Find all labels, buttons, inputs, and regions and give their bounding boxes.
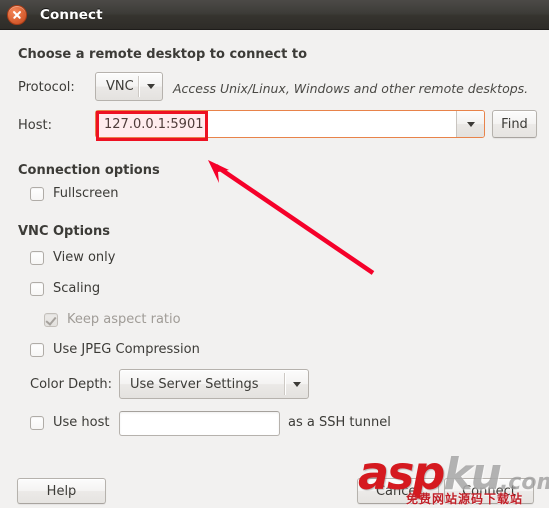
use-jpeg-compression-checkbox[interactable] xyxy=(30,342,44,357)
connect-button[interactable]: Connect xyxy=(444,478,534,504)
use-host-label: Use host xyxy=(53,415,110,430)
host-input[interactable] xyxy=(96,111,456,137)
chevron-down-icon xyxy=(286,381,308,387)
host-combo-entry[interactable] xyxy=(95,110,485,138)
connection-options-heading: Connection options xyxy=(18,163,160,178)
checkbox-row-use-jpeg-compression[interactable]: Use JPEG Compression xyxy=(30,342,200,357)
ssh-tunnel-host-input[interactable] xyxy=(119,411,280,436)
chevron-down-icon xyxy=(140,84,162,89)
checkbox-row-view-only[interactable]: View only xyxy=(30,250,115,265)
cancel-button[interactable]: Cancel xyxy=(357,478,439,504)
color-depth-select[interactable]: Use Server Settings xyxy=(119,369,309,399)
checkbox-row-use-host-ssh-tunnel[interactable]: Use host xyxy=(30,415,109,430)
keep-aspect-ratio-label: Keep aspect ratio xyxy=(67,312,181,327)
help-button[interactable]: Help xyxy=(17,478,106,504)
protocol-label: Protocol: xyxy=(18,80,75,95)
keep-aspect-ratio-checkbox xyxy=(44,312,58,327)
view-only-checkbox[interactable] xyxy=(30,250,44,265)
vnc-options-heading: VNC Options xyxy=(18,224,110,239)
checkbox-row-scaling[interactable]: Scaling xyxy=(30,281,100,296)
color-depth-select-value: Use Server Settings xyxy=(130,376,259,392)
protocol-hint: Access Unix/Linux, Windows and other rem… xyxy=(173,81,529,96)
scaling-checkbox[interactable] xyxy=(30,281,44,296)
scaling-label: Scaling xyxy=(53,281,101,296)
use-host-checkbox[interactable] xyxy=(30,415,44,430)
ssh-tunnel-suffix-label: as a SSH tunnel xyxy=(288,415,391,430)
host-dropdown-button[interactable] xyxy=(456,111,484,137)
close-icon[interactable] xyxy=(7,4,27,25)
host-label: Host: xyxy=(18,118,52,133)
window-title: Connect xyxy=(40,6,103,23)
checkbox-row-keep-aspect-ratio: Keep aspect ratio xyxy=(44,312,181,327)
chevron-down-icon xyxy=(466,121,475,127)
fullscreen-checkbox[interactable] xyxy=(30,186,44,201)
view-only-label: View only xyxy=(53,250,116,265)
window-titlebar: Connect xyxy=(0,0,549,30)
checkbox-row-fullscreen[interactable]: Fullscreen xyxy=(30,186,118,201)
use-jpeg-compression-label: Use JPEG Compression xyxy=(53,342,200,357)
connect-dialog-window: Connect Choose a remote desktop to conne… xyxy=(0,0,549,508)
protocol-select[interactable]: VNC xyxy=(95,72,163,101)
protocol-select-value: VNC xyxy=(106,79,134,94)
fullscreen-label: Fullscreen xyxy=(53,186,119,201)
color-depth-label: Color Depth: xyxy=(30,377,113,392)
page-title: Choose a remote desktop to connect to xyxy=(18,47,308,62)
dialog-content: Choose a remote desktop to connect to Pr… xyxy=(0,30,549,508)
find-button[interactable]: Find xyxy=(492,110,537,138)
